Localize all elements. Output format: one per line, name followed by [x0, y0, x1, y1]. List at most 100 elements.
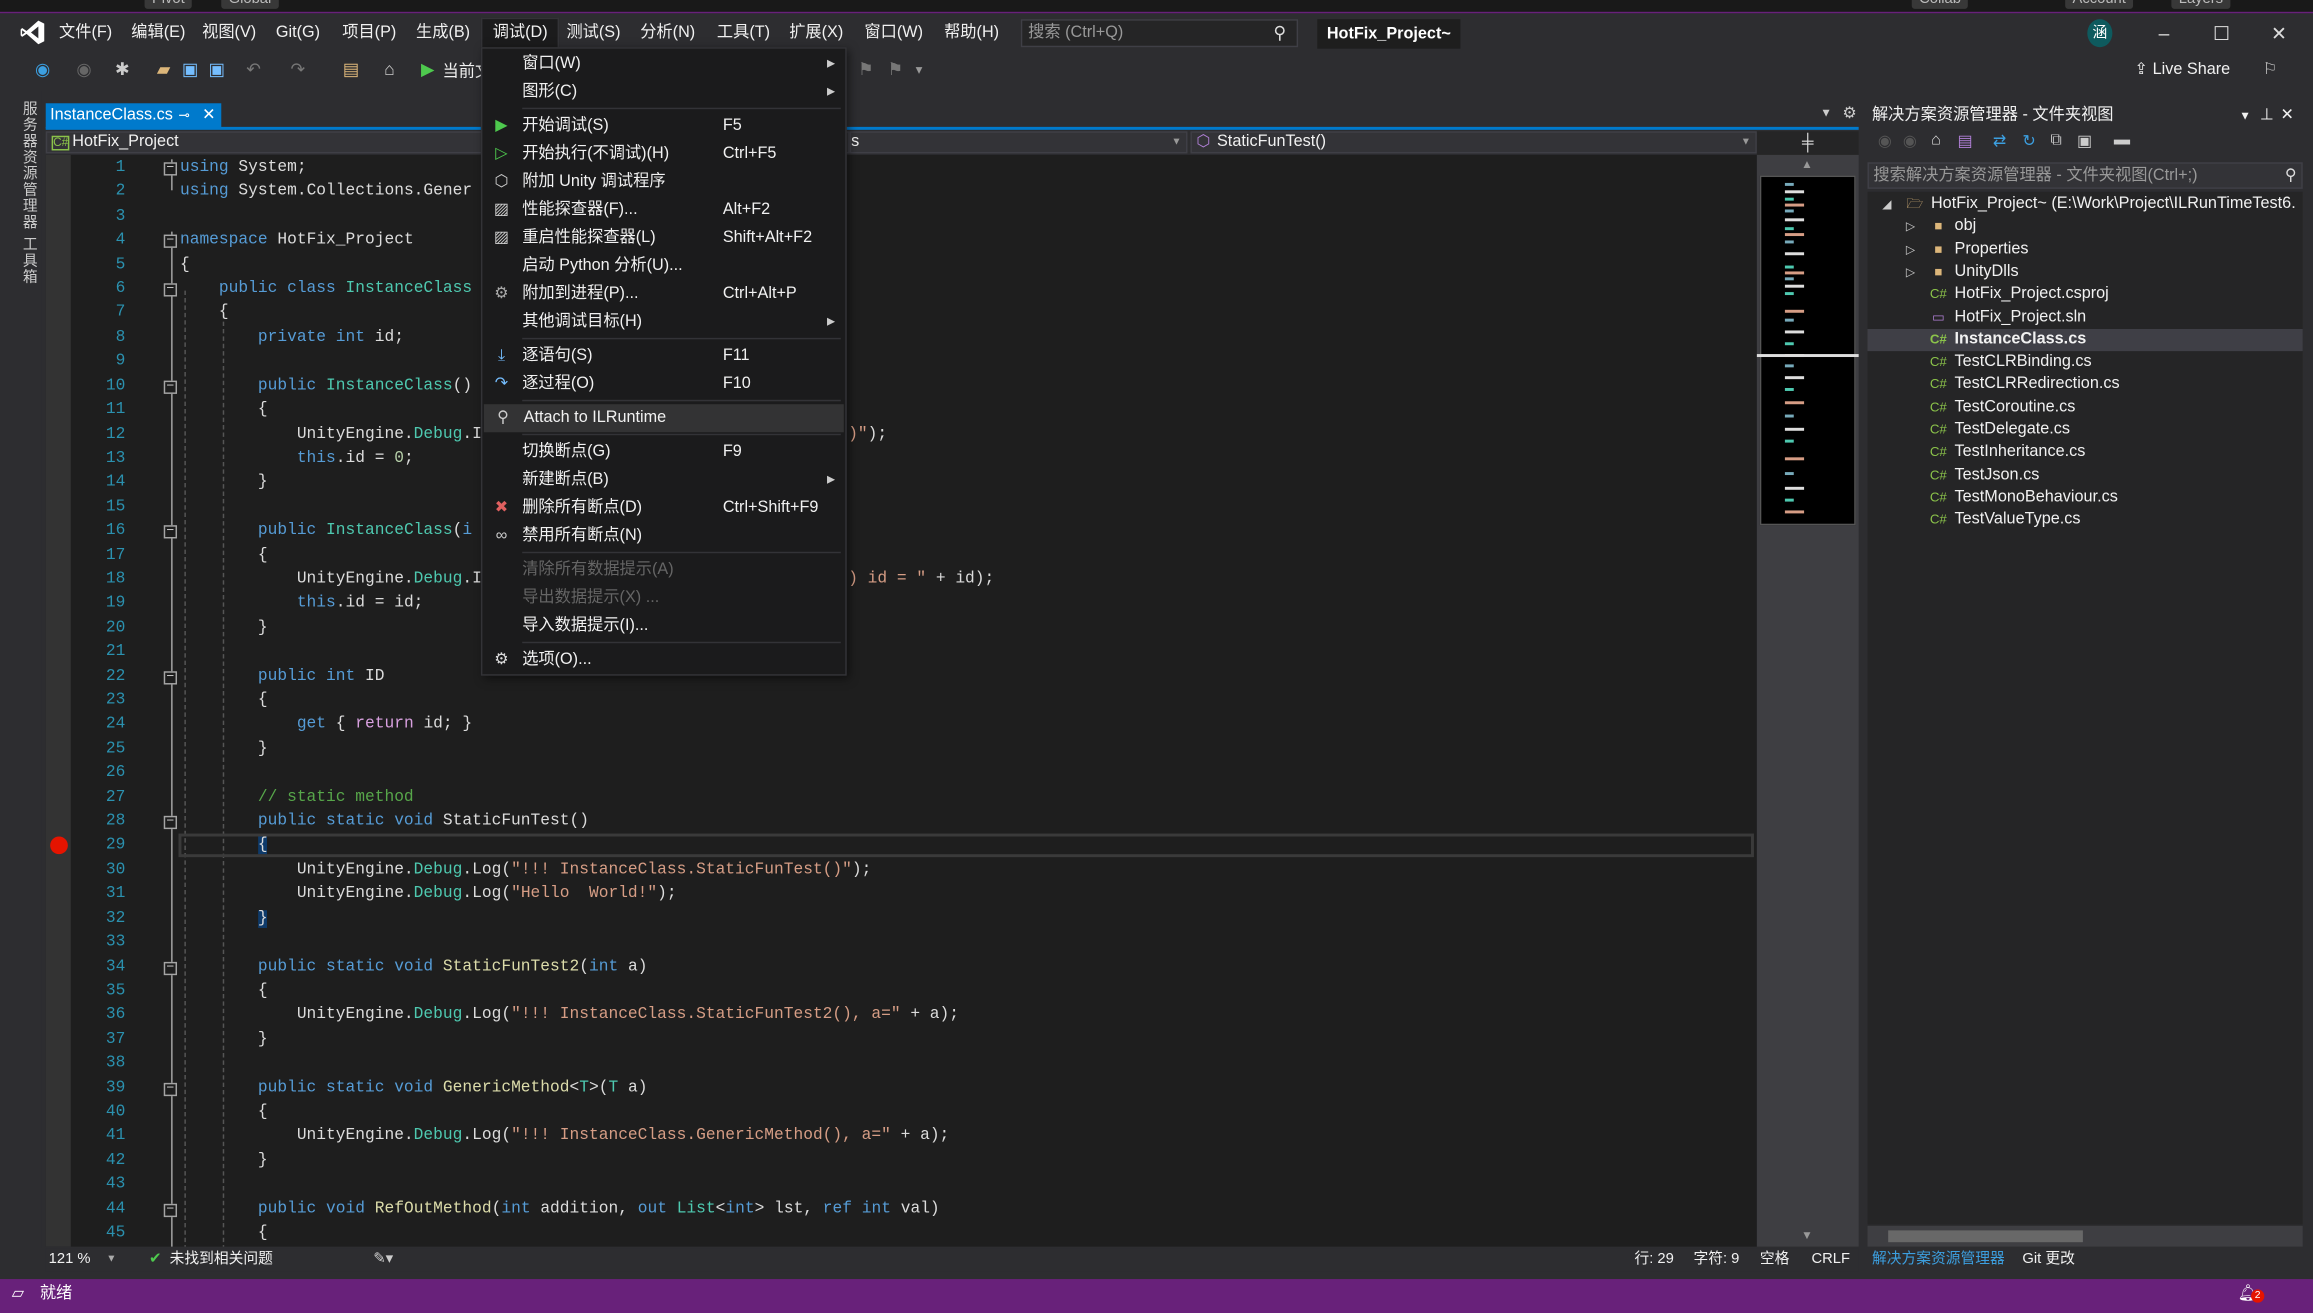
tab-list-dropdown-icon[interactable]: ▼ — [1820, 106, 1832, 119]
maximize-button[interactable]: ☐ — [2207, 19, 2237, 49]
menu-8[interactable]: 测试(S) — [556, 18, 631, 49]
user-avatar[interactable]: 涵 — [2087, 19, 2113, 48]
code-editor[interactable]: 1 using System; −2 using System.Collections… — [45, 154, 1757, 1247]
switch-views-icon[interactable]: ▤ — [1957, 131, 1972, 151]
toolbox-tab[interactable]: 工具箱 — [16, 236, 38, 285]
tree-item[interactable]: C# TestCLRBinding.cs — [1868, 351, 2303, 374]
close-window-button[interactable]: ✕ — [2264, 19, 2294, 49]
debug-menu-item-n[interactable]: ∞ 禁用所有断点(N) — [482, 522, 845, 550]
redo-icon[interactable]: ↷ — [288, 56, 309, 83]
collapse-icon[interactable]: − — [163, 525, 178, 539]
zoom-level-dropdown[interactable]: 121 % — [49, 1248, 91, 1272]
debug-menu-item-h[interactable]: 其他调试目标(H) ▶ — [482, 308, 845, 336]
unity-global-button[interactable]: Global — [221, 0, 279, 9]
sync-icon[interactable]: ⇄ — [1993, 131, 2007, 151]
debug-menu-item-w[interactable]: 窗口(W) ▶ — [482, 50, 845, 78]
debug-menu-item-attach-to-ilruntime[interactable]: ⚲ Attach to ILRuntime — [483, 404, 844, 433]
split-editor-icon[interactable]: ╪ — [1756, 131, 1859, 155]
debug-menu-item-h[interactable]: ▷ 开始执行(不调试)(H) Ctrl+F5 — [482, 140, 845, 168]
menu-7[interactable]: 调试(D) — [480, 17, 560, 49]
unity-pivot-button[interactable]: Pivot — [144, 0, 193, 9]
issues-status[interactable]: 未找到相关问题 — [170, 1248, 273, 1272]
tree-item[interactable]: ▷ ■ obj — [1868, 216, 2303, 239]
back-icon[interactable]: ◉ — [32, 56, 53, 83]
line-number-status[interactable]: 行: 29 — [1634, 1248, 1673, 1272]
code-cleanup-icon[interactable]: ✎▾ — [373, 1248, 393, 1272]
collapse-icon[interactable]: − — [163, 815, 178, 830]
line-ending-status[interactable]: CRLF — [1811, 1248, 1850, 1272]
close-tab-icon[interactable]: ✕ — [202, 103, 216, 128]
indent-status[interactable]: 空格 — [1760, 1248, 1790, 1272]
show-all-files-icon[interactable]: ▣ — [2077, 131, 2092, 151]
scroll-up-icon[interactable]: ▲ — [1801, 158, 1813, 171]
tree-item[interactable]: ▷ ■ UnityDlls — [1868, 261, 2303, 284]
toolbar-overflow-icon[interactable]: ▾ — [909, 56, 930, 83]
unity-layers-button[interactable]: Layers — [2171, 0, 2231, 9]
tab-instanceclass-cs[interactable]: InstanceClass.cs ⊸ ✕ — [45, 103, 222, 129]
collapse-icon[interactable]: − — [163, 1081, 178, 1096]
back-icon[interactable]: ◉ — [1878, 131, 1892, 151]
debug-menu-item-c[interactable]: 图形(C) ▶ — [482, 78, 845, 106]
collapse-icon[interactable]: − — [163, 960, 178, 975]
save-all-icon[interactable]: ▣ — [207, 56, 228, 83]
menu-10[interactable]: 工具(T) — [707, 18, 781, 49]
feedback-icon[interactable]: ⚐ — [2263, 59, 2278, 78]
class-dropdown[interactable]: s ▼ — [849, 131, 1188, 154]
live-share-button[interactable]: ⇪ Live Share — [2135, 59, 2231, 78]
collapse-icon[interactable]: − — [163, 283, 178, 297]
collapse-all-icon[interactable]: ⧉ — [2050, 131, 2062, 150]
char-position-status[interactable]: 字符: 9 — [1693, 1248, 1739, 1272]
save-icon[interactable]: ▣ — [180, 56, 201, 83]
debug-menu-item-p[interactable]: ⚙ 附加到进程(P)... Ctrl+Alt+P — [482, 280, 845, 308]
debug-menu-item-s[interactable]: ▶ 开始调试(S) F5 — [482, 112, 845, 140]
debug-menu-item-d[interactable]: ✖ 删除所有断点(D) Ctrl+Shift+F9 — [482, 494, 845, 522]
debug-menu-item-o[interactable]: ⚙ 选项(O)... — [482, 646, 845, 674]
expand-arrow-icon[interactable]: ▷ — [1906, 261, 1915, 284]
open-file-icon[interactable]: ▰ — [153, 56, 174, 83]
tree-item[interactable]: C# TestCLRRedirection.cs — [1868, 374, 2303, 397]
forward-icon[interactable]: ◉ — [74, 56, 95, 83]
tree-item[interactable]: C# TestValueType.cs — [1868, 509, 2303, 532]
solution-explorer-icon[interactable]: ⌂ — [379, 56, 400, 83]
expand-arrow-icon[interactable]: ▷ — [1906, 238, 1915, 261]
menu-13[interactable]: 帮助(H) — [934, 18, 1010, 49]
menu-6[interactable]: 生成(B) — [406, 18, 481, 49]
debug-menu-item-l[interactable]: ▨ 重启性能探查器(L) Shift+Alt+F2 — [482, 224, 845, 252]
panel-dropdown-icon[interactable]: ▼ — [2239, 103, 2251, 128]
member-dropdown[interactable]: ⬡ StaticFunTest() ▼ — [1190, 131, 1757, 154]
debug-menu-item-python-u[interactable]: 启动 Python 分析(U)... — [482, 252, 845, 280]
collapse-icon[interactable]: − — [163, 1203, 178, 1217]
tree-item[interactable]: ▭ HotFix_Project.sln — [1868, 306, 2303, 329]
clear-bookmark-icon[interactable]: ⚑ — [885, 56, 906, 83]
unity-account-button[interactable]: Account — [2065, 0, 2134, 9]
refresh-icon[interactable]: ↻ — [2022, 131, 2036, 151]
bookmark-icon[interactable]: ⚑ — [856, 56, 877, 83]
unity-collab-button[interactable]: Collab — [1911, 0, 1969, 9]
tree-item[interactable]: C# TestJson.cs — [1868, 464, 2303, 487]
search-input[interactable]: 搜索 (Ctrl+Q) ⚲ — [1020, 19, 1299, 48]
close-panel-icon[interactable]: ✕ — [2281, 103, 2295, 128]
debug-menu-item-i[interactable]: 导入数据提示(I)... — [482, 612, 845, 640]
tree-item[interactable]: C# TestInheritance.cs — [1868, 442, 2303, 465]
tree-item[interactable]: ▷ ■ Properties — [1868, 238, 2303, 261]
tree-item[interactable]: ◢ 🗁︎ HotFix_Project~ (E:\Work\Project\ILRu… — [1868, 193, 2303, 216]
menu-9[interactable]: 分析(N) — [630, 18, 706, 49]
properties-icon[interactable]: ▬ — [2114, 131, 2130, 149]
tree-item[interactable]: C# TestCoroutine.cs — [1868, 396, 2303, 419]
collapse-icon[interactable]: − — [163, 162, 178, 176]
scroll-down-icon[interactable]: ▼ — [1801, 1229, 1813, 1242]
new-project-icon[interactable]: ✱ — [112, 56, 133, 83]
debug-menu-item-f[interactable]: ▨ 性能探查器(F)... Alt+F2 — [482, 196, 845, 224]
debug-menu-item-o[interactable]: ↷ 逐过程(O) F10 — [482, 370, 845, 398]
debug-menu-item-unity[interactable]: ⬡ 附加 Unity 调试程序 — [482, 168, 845, 196]
tree-item[interactable]: C# TestMonoBehaviour.cs — [1868, 487, 2303, 510]
tree-item[interactable]: C# InstanceClass.cs — [1867, 328, 2303, 352]
collapse-icon[interactable]: − — [163, 670, 178, 684]
expand-arrow-icon[interactable]: ▷ — [1906, 216, 1915, 239]
solution-explorer-search-input[interactable]: 搜索解决方案资源管理器 - 文件夹视图(Ctrl+;) ⚲ — [1867, 162, 2303, 189]
tree-item[interactable]: C# HotFix_Project.csproj — [1868, 284, 2303, 307]
menu-5[interactable]: 项目(P) — [332, 18, 407, 49]
minimize-button[interactable]: – — [2149, 19, 2179, 49]
tab-git-changes[interactable]: Git 更改 — [2022, 1248, 2074, 1272]
find-in-files-icon[interactable]: ▤ — [341, 56, 362, 83]
